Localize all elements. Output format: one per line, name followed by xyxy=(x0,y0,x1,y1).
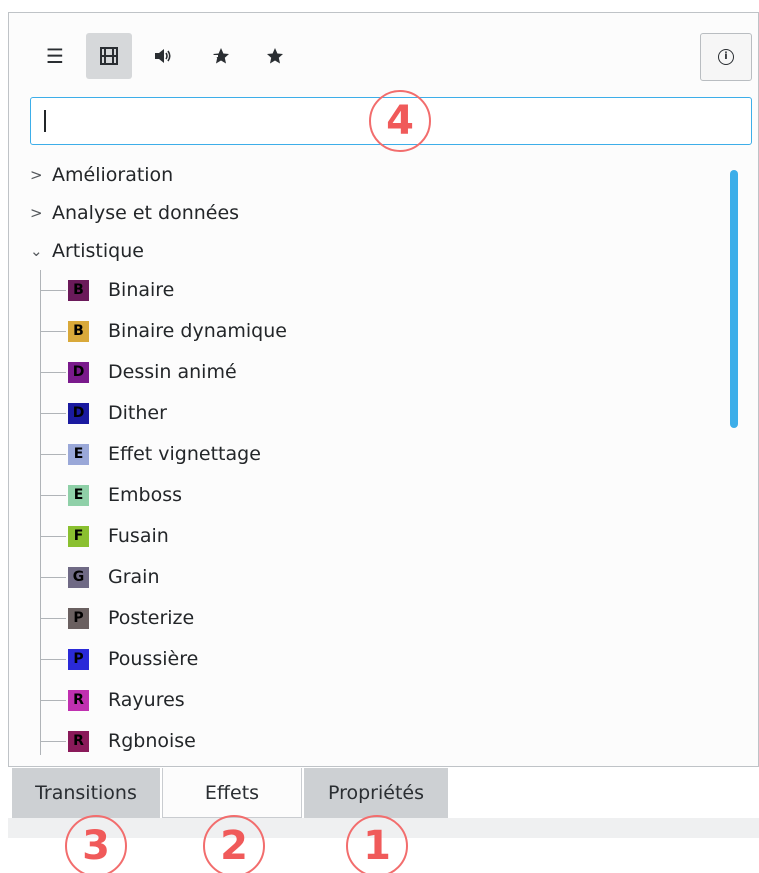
effect-label: Rgbnoise xyxy=(108,730,196,752)
info-button[interactable]: i xyxy=(700,33,752,81)
effect-label: Binaire dynamique xyxy=(108,320,287,342)
tab-transitions[interactable]: Transitions xyxy=(12,768,160,818)
effect-label: Fusain xyxy=(108,525,169,547)
effect-badge-icon: P xyxy=(68,608,89,629)
effect-label: Rayures xyxy=(108,689,185,711)
effect-item[interactable]: G Grain xyxy=(28,557,728,597)
chevron-right-icon: > xyxy=(30,166,43,184)
effect-badge-icon: D xyxy=(68,362,89,383)
tree-connector xyxy=(40,536,66,537)
effect-item[interactable]: B Binaire xyxy=(28,270,728,310)
tree-connector xyxy=(40,495,66,496)
effect-item[interactable]: E Emboss xyxy=(28,475,728,515)
tree-connector xyxy=(40,290,66,291)
effect-badge-icon: D xyxy=(68,403,89,424)
custom-star-glyph xyxy=(212,48,229,64)
effect-item[interactable]: E Effet vignettage xyxy=(28,434,728,474)
tree-connector xyxy=(40,331,66,332)
callout-3: 3 xyxy=(65,815,127,873)
effect-badge-icon: P xyxy=(68,649,89,670)
star-glyph xyxy=(267,48,283,64)
video-icon[interactable] xyxy=(86,33,132,79)
custom-star-icon[interactable] xyxy=(198,33,244,79)
effect-label: Grain xyxy=(108,566,160,588)
effect-item[interactable]: P Posterize xyxy=(28,598,728,638)
effect-badge-icon: R xyxy=(68,731,89,752)
effect-badge-icon: E xyxy=(68,485,89,506)
effect-label: Poussière xyxy=(108,648,199,670)
effect-filter-toolbar: ☰ i xyxy=(32,33,752,81)
callout-2: 2 xyxy=(203,815,265,873)
category-amelioration[interactable]: > Amélioration xyxy=(28,155,728,195)
effect-item[interactable]: R Rgbnoise xyxy=(28,721,728,755)
panel-tabs: Transitions Effets Propriétés xyxy=(12,768,752,818)
tab-effets[interactable]: Effets xyxy=(162,768,302,818)
category-label: Amélioration xyxy=(52,164,174,186)
callout-1: 1 xyxy=(346,815,408,873)
audio-icon[interactable] xyxy=(140,33,186,79)
callout-4: 4 xyxy=(369,90,431,152)
effect-label: Binaire xyxy=(108,279,175,301)
chevron-down-icon: ⌄ xyxy=(30,242,43,260)
category-label: Artistique xyxy=(52,240,144,262)
category-label: Analyse et données xyxy=(52,202,240,224)
speaker-glyph xyxy=(155,49,171,63)
film-glyph xyxy=(100,47,118,65)
effect-item[interactable]: F Fusain xyxy=(28,516,728,556)
tree-connector xyxy=(40,413,66,414)
effects-tree: > Amélioration > Analyse et données ⌄ Ar… xyxy=(28,155,728,755)
effect-badge-icon: G xyxy=(68,567,89,588)
list-icon[interactable]: ☰ xyxy=(32,33,78,79)
effect-label: Emboss xyxy=(108,484,182,506)
tree-connector xyxy=(40,454,66,455)
tree-connector xyxy=(40,700,66,701)
tree-connector xyxy=(40,659,66,660)
effect-label: Dessin animé xyxy=(108,361,237,383)
info-icon: i xyxy=(718,49,734,65)
category-analyse[interactable]: > Analyse et données xyxy=(28,193,728,233)
effect-label: Dither xyxy=(108,402,167,424)
chevron-right-icon: > xyxy=(30,204,43,222)
scrollbar-thumb[interactable] xyxy=(730,170,738,428)
category-artistique[interactable]: ⌄ Artistique xyxy=(28,231,728,271)
effect-item[interactable]: D Dessin animé xyxy=(28,352,728,392)
effect-item[interactable]: R Rayures xyxy=(28,680,728,720)
effect-badge-icon: F xyxy=(68,526,89,547)
tab-proprietes[interactable]: Propriétés xyxy=(304,768,448,818)
effect-badge-icon: R xyxy=(68,690,89,711)
effect-item[interactable]: D Dither xyxy=(28,393,728,433)
effect-badge-icon: E xyxy=(68,444,89,465)
tree-connector xyxy=(40,577,66,578)
effect-badge-icon: B xyxy=(68,280,89,301)
effect-item[interactable]: P Poussière xyxy=(28,639,728,679)
tree-connector xyxy=(40,741,66,742)
text-caret xyxy=(44,110,46,132)
tree-connector xyxy=(40,372,66,373)
effect-label: Posterize xyxy=(108,607,195,629)
effect-label: Effet vignettage xyxy=(108,443,261,465)
effect-item[interactable]: B Binaire dynamique xyxy=(28,311,728,351)
favorite-star-icon[interactable] xyxy=(252,33,298,79)
effect-badge-icon: B xyxy=(68,321,89,342)
tree-connector xyxy=(40,618,66,619)
